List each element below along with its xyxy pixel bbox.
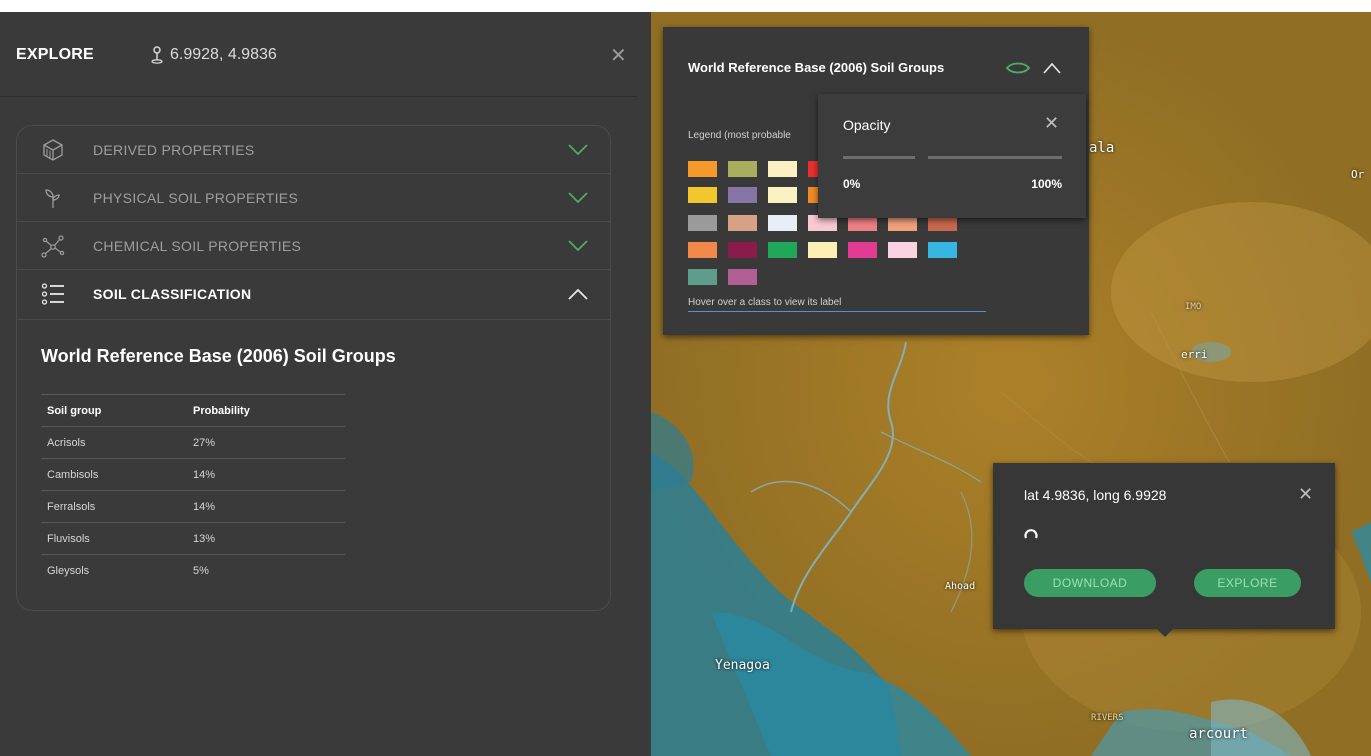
legend-swatch[interactable] [688,161,717,177]
table-row: Acrisols 27% [41,426,345,458]
accordion-label: CHEMICAL SOIL PROPERTIES [93,238,302,254]
opacity-slider-track[interactable] [843,156,915,159]
legend-swatch[interactable] [848,242,877,258]
legend-swatch[interactable] [688,215,717,231]
opacity-title: Opacity [843,117,891,133]
map-label-ahoad: Ahoad [945,581,976,592]
legend-swatch[interactable] [768,161,797,177]
legend-swatch[interactable] [808,187,818,203]
accordion-chemical-soil-properties[interactable]: CHEMICAL SOIL PROPERTIES [17,222,610,270]
probability-cell: 14% [193,501,216,513]
table-row: Fluvisols 13% [41,522,345,554]
point-popup: lat 4.9836, long 6.9928 ✕ DOWNLOAD EXPLO… [993,463,1335,637]
legend-swatch[interactable] [928,242,957,258]
map-label-imo: IMO [1185,302,1202,312]
cube-icon [43,139,63,161]
coordinates-readout: 6.9928, 4.9836 [170,46,277,63]
probability-cell: 14% [193,469,216,481]
download-button[interactable]: DOWNLOAD [1024,569,1156,597]
table-row: Gleysols 5% [41,554,345,586]
accordion-physical-soil-properties[interactable]: PHYSICAL SOIL PROPERTIES [17,174,610,222]
legend-swatch[interactable] [768,187,797,203]
soil-group-cell: Fluvisols [47,533,90,545]
legend-swatch[interactable] [728,242,757,258]
legend-subtitle: Legend (most probable [688,130,791,141]
legend-swatch[interactable] [888,242,917,258]
close-point-popup-button[interactable]: ✕ [1298,485,1313,503]
map-label-ala: ala [1089,140,1115,156]
soil-group-table: Soil group Probability Acrisols 27% Camb… [41,394,345,586]
list-icon [41,283,64,305]
chevron-down-icon [568,144,588,156]
accordion-derived-properties[interactable]: DERIVED PROPERTIES [17,126,610,174]
legend-swatch[interactable] [728,161,757,177]
opacity-min-label: 0% [843,177,861,191]
probability-cell: 27% [193,437,216,449]
map-label-rivers: RIVERS [1091,713,1124,723]
loading-spinner-icon [1024,529,1038,539]
legend-swatch[interactable] [688,269,717,285]
legend-swatch[interactable] [808,242,837,258]
opacity-popup: Opacity ✕ 0% 100% [818,94,1086,218]
legend-swatch[interactable] [728,269,757,285]
close-opacity-button[interactable]: ✕ [1044,114,1059,132]
map-label-erri: erri [1181,348,1208,361]
accordion-label: DERIVED PROPERTIES [93,142,255,158]
map-label-or: Or [1351,168,1365,181]
sprout-icon [45,189,60,208]
eye-icon[interactable] [1006,61,1030,75]
legend-swatch[interactable] [728,187,757,203]
accordion-label: SOIL CLASSIFICATION [93,286,252,302]
opacity-slider-track[interactable] [928,156,1062,159]
explore-title: EXPLORE [16,46,94,63]
column-header: Probability [193,405,250,417]
explore-panel: EXPLORE 6.9928, 4.9836 ✕ DERIVED PROPERT… [0,12,651,756]
accordion-label: PHYSICAL SOIL PROPERTIES [93,190,299,206]
chevron-up-icon [568,288,588,300]
legend-swatch[interactable] [728,215,757,231]
legend-swatch[interactable] [688,187,717,203]
map-label-arcourt: arcourt [1189,726,1249,742]
soil-group-cell: Acrisols [47,437,86,449]
table-row: Cambisols 14% [41,458,345,490]
table-row: Ferralsols 14% [41,490,345,522]
soil-group-cell: Cambisols [47,469,99,481]
point-coordinates: lat 4.9836, long 6.9928 [1024,487,1167,503]
chevron-down-icon [568,192,588,204]
location-pin-icon [151,46,163,64]
soil-group-cell: Ferralsols [47,501,96,513]
probability-cell: 5% [193,565,209,577]
explore-button[interactable]: EXPLORE [1194,569,1301,597]
collapse-chevron-icon[interactable] [1043,62,1061,74]
close-explore-button[interactable]: ✕ [610,46,627,66]
legend-swatch[interactable] [768,242,797,258]
legend-swatch[interactable] [688,242,717,258]
soil-group-cell: Gleysols [47,565,90,577]
molecule-icon [41,235,65,258]
explore-header: EXPLORE 6.9928, 4.9836 ✕ [0,12,637,97]
chevron-down-icon [568,240,588,252]
legend-swatch[interactable] [768,215,797,231]
properties-accordion: DERIVED PROPERTIES PHYSICAL SOIL PROPERT… [16,125,611,611]
table-header-row: Soil group Probability [41,394,345,426]
legend-hint: Hover over a class to view its label [688,297,986,312]
probability-cell: 13% [193,533,216,545]
map-label-yenagoa: Yenagoa [715,658,770,673]
opacity-max-label: 100% [1031,177,1062,191]
legend-title: World Reference Base (2006) Soil Groups [688,60,945,75]
accordion-soil-classification[interactable]: SOIL CLASSIFICATION [17,270,610,320]
legend-swatch[interactable] [808,161,818,177]
classification-title: World Reference Base (2006) Soil Groups [41,346,396,366]
column-header: Soil group [47,405,102,417]
